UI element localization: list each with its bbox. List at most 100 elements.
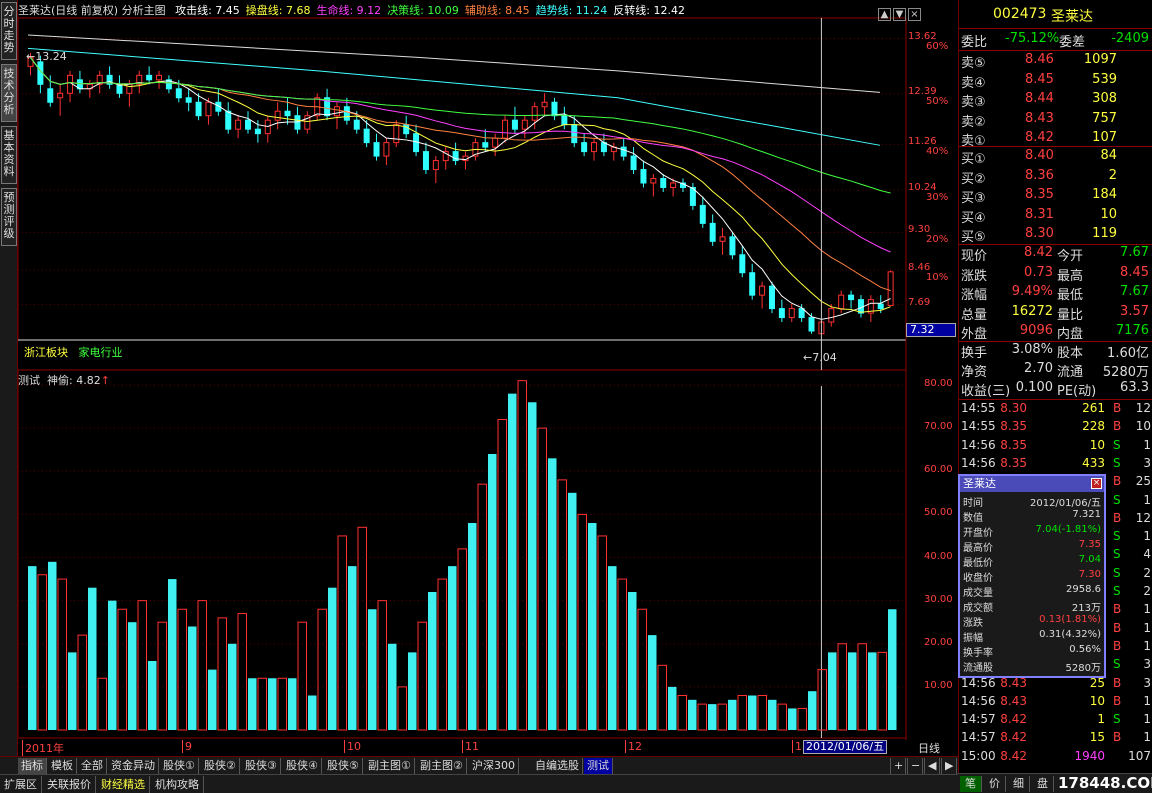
chevron-up-icon[interactable]: ▲	[878, 8, 891, 21]
indicator-bar	[537, 427, 547, 731]
popup-key: 换手率	[963, 648, 993, 659]
tick-count: 3	[1143, 675, 1151, 690]
separator	[959, 50, 1152, 51]
chart-area[interactable]: 圣莱达(日线 前复权) 分析主图 攻击线: 7.45 操盘线: 7.68 生命线: …	[18, 0, 958, 760]
sector-industry[interactable]: 家电行业	[79, 346, 123, 359]
chart-svg[interactable]	[18, 0, 958, 760]
indicator-tab[interactable]: 股侠⑤	[324, 758, 363, 774]
stat-value: 9096	[1019, 323, 1053, 338]
indicator-bar	[137, 600, 147, 731]
status-tab[interactable]: 扩展区	[0, 776, 42, 793]
arrow-up-icon: ↑	[100, 374, 110, 387]
minus-icon[interactable]: −	[907, 758, 923, 774]
indicator-tab[interactable]: 副主图①	[365, 758, 415, 774]
fin-value: 0.100	[1015, 380, 1053, 395]
tick-dir: B	[1113, 620, 1122, 635]
fin-label: 换手	[961, 346, 988, 361]
buy-label: 买③	[961, 191, 986, 206]
time-tick: 2011年	[22, 740, 64, 756]
sell-price: 8.44	[1025, 91, 1054, 106]
tick-count: 3	[1143, 657, 1151, 672]
indicator-tab[interactable]: 资金异动	[108, 758, 159, 774]
quote-tab[interactable]: 笔	[960, 776, 982, 792]
buy-row: 买② 8.36 2	[959, 168, 1152, 187]
indicator-bar	[577, 513, 587, 731]
quote-tab[interactable]: 价	[984, 776, 1006, 792]
indicator-bar	[148, 661, 157, 730]
tick-dir: S	[1113, 565, 1121, 580]
quote-tab[interactable]: 盘	[1032, 776, 1054, 792]
indicator-tab[interactable]: 副主图②	[417, 758, 467, 774]
indicator-tab[interactable]: 股侠②	[201, 758, 240, 774]
arrow-right-icon[interactable]: ▶	[941, 758, 957, 774]
separator	[959, 399, 1152, 400]
ma-legend-item: 决策线: 10.09	[387, 4, 459, 17]
indicator-tab[interactable]: 自编选股	[532, 758, 583, 774]
candle	[146, 74, 153, 81]
candle	[353, 119, 360, 130]
indicator-tab[interactable]: 股侠①	[160, 758, 199, 774]
quote-tab[interactable]: 细	[1008, 776, 1030, 792]
popup-key: 收盘价	[963, 573, 993, 584]
indicator-bar	[788, 708, 797, 730]
candle	[739, 254, 746, 274]
popup-row: 成交量 2958.6	[960, 584, 1104, 599]
candle	[699, 204, 706, 224]
plus-icon[interactable]: +	[890, 758, 906, 774]
indicator-tab[interactable]: 测试	[584, 758, 613, 774]
status-tab[interactable]: 机构攻略	[151, 776, 204, 793]
stat-row: 涨跌 0.73 最高 8.45	[959, 265, 1152, 284]
candle	[185, 97, 192, 103]
tick-count: 10	[1135, 419, 1151, 434]
tab-intraday[interactable]: 分时走势	[1, 2, 17, 60]
chevron-down-icon[interactable]: ▼	[893, 8, 906, 21]
indicator-bar	[288, 678, 297, 730]
candle	[581, 142, 588, 153]
indicator-bar	[608, 566, 617, 730]
tick-row: 14:55 8.35 228 B 10	[959, 419, 1152, 438]
indicator-bar	[128, 622, 137, 730]
tick-dir: B	[1113, 693, 1122, 708]
indicator-bar	[248, 678, 257, 730]
stat-value: 7.67	[1120, 245, 1149, 260]
tab-forecast[interactable]: 预测评级	[1, 188, 17, 246]
status-tab[interactable]: 关联报价	[43, 776, 96, 793]
candle	[768, 285, 775, 310]
close-icon[interactable]: ×	[908, 8, 921, 21]
sector-board[interactable]: 浙江板块	[24, 346, 68, 359]
indicator-bar	[648, 635, 657, 730]
indicator-bar	[848, 652, 857, 730]
tick-count: 4	[1143, 547, 1151, 562]
tab-technical[interactable]: 技术分析	[1, 64, 17, 122]
arrow-left-icon[interactable]: ◀	[924, 758, 940, 774]
tab-fundamental[interactable]: 基本资料	[1, 126, 17, 184]
period-label[interactable]: 日线	[918, 740, 940, 756]
tick-vol: 433	[1082, 455, 1105, 470]
high-annotation: ←13.24	[26, 50, 67, 63]
pct-tick: 60%	[926, 40, 949, 52]
indicator-bar	[397, 686, 407, 731]
candle	[571, 124, 578, 144]
stat-value: 8.42	[1024, 245, 1053, 260]
status-tab[interactable]: 财经精选	[97, 776, 150, 793]
stat-row: 涨幅 9.49% 最低 7.67	[959, 284, 1152, 303]
sell-label: 卖②	[961, 114, 986, 130]
candle	[778, 308, 785, 319]
candle	[156, 74, 163, 81]
tick-time: 14:57	[961, 730, 996, 745]
indicator-tab[interactable]: 全部	[78, 758, 107, 774]
indicator-tab[interactable]: 股侠④	[283, 758, 322, 774]
fin-label: 股本	[1057, 346, 1084, 361]
tick-count: 3	[1143, 455, 1151, 470]
fin-label: 流通	[1057, 365, 1084, 380]
close-icon[interactable]: ×	[1091, 478, 1102, 489]
indicator-bar	[37, 574, 47, 731]
tick-price: 8.35	[1000, 419, 1027, 434]
indicator-bar	[777, 703, 787, 731]
indicator-tab[interactable]: 股侠③	[242, 758, 281, 774]
indicator-tab[interactable]: 沪深300	[469, 758, 519, 774]
indicator-tab[interactable]: 模板	[48, 758, 77, 774]
tick-count: 1	[1143, 638, 1151, 653]
indicator-tab[interactable]: 指标	[18, 758, 47, 774]
stat-row: 总量 16272 量比 3.57	[959, 304, 1152, 323]
